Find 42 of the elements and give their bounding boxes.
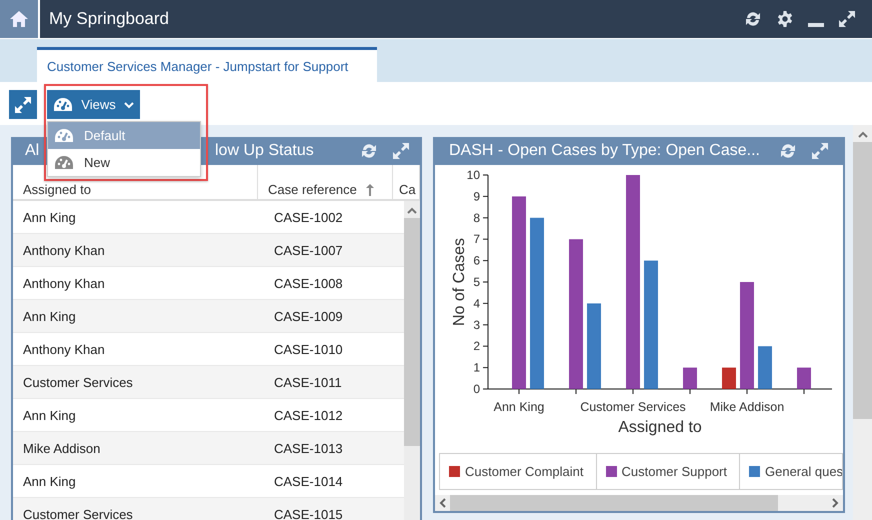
- table-cell-text: Ann King: [22, 408, 77, 422]
- table-cell-text: CASE-1007: [273, 242, 344, 258]
- table-cell-text: CASE-1002: [273, 210, 344, 224]
- panel-title: low Up Status: [215, 142, 315, 160]
- tick-label: 0: [473, 382, 480, 396]
- tick-label: 4: [473, 296, 480, 310]
- table-cell-text: Ann King: [22, 308, 77, 324]
- tick-label: 2: [473, 339, 480, 354]
- legend-label: Customer Support: [622, 464, 727, 479]
- axis-title: No of Cases: [451, 238, 468, 326]
- table-cell-text: CASE-1009: [273, 308, 344, 324]
- table-cell-text: CASE-1014: [273, 474, 344, 488]
- table-cell-text: CASE-1008: [273, 276, 344, 290]
- table-cell-text: Anthony Khan: [22, 342, 106, 356]
- table-cell-text: CASE-1012: [273, 408, 344, 422]
- table-cell-text: Customer Services: [22, 506, 134, 520]
- table-cell-text: Anthony Khan: [22, 242, 106, 258]
- category-label: Mike Addison: [710, 400, 784, 414]
- axis-title: Assigned to: [618, 419, 702, 436]
- table-cell-text: Ann King: [22, 210, 77, 224]
- tick-label: 7: [473, 232, 480, 246]
- tick-label: 3: [473, 318, 480, 332]
- panel-title: Al: [24, 142, 40, 160]
- category-label: Ann King: [494, 400, 544, 414]
- legend-label: Customer Complaint: [465, 464, 584, 479]
- table-cell-text: Mike Addison: [22, 440, 102, 456]
- tick-label: 5: [473, 275, 480, 289]
- table-cell-text: CASE-1010: [273, 342, 344, 356]
- table-cell-text: CASE-1015: [273, 506, 344, 520]
- panel-title: DASH - Open Cases by Type: Open Case...: [448, 142, 761, 160]
- tick-label: 9: [473, 189, 480, 204]
- table-cell-text: CASE-1013: [273, 440, 344, 456]
- tick-label: 8: [473, 210, 480, 225]
- table-cell-text: CASE-1011: [273, 374, 343, 390]
- table-cell-text: Customer Services: [22, 374, 134, 390]
- page-title: My Springboard: [49, 9, 170, 29]
- table-cell-text: Ann King: [22, 474, 77, 488]
- tick-label: 6: [473, 254, 480, 268]
- tick-label: 1: [473, 360, 480, 375]
- table-cell-text: Anthony Khan: [22, 276, 106, 290]
- tick-label: 10: [466, 168, 480, 182]
- category-label: Customer Services: [580, 400, 686, 414]
